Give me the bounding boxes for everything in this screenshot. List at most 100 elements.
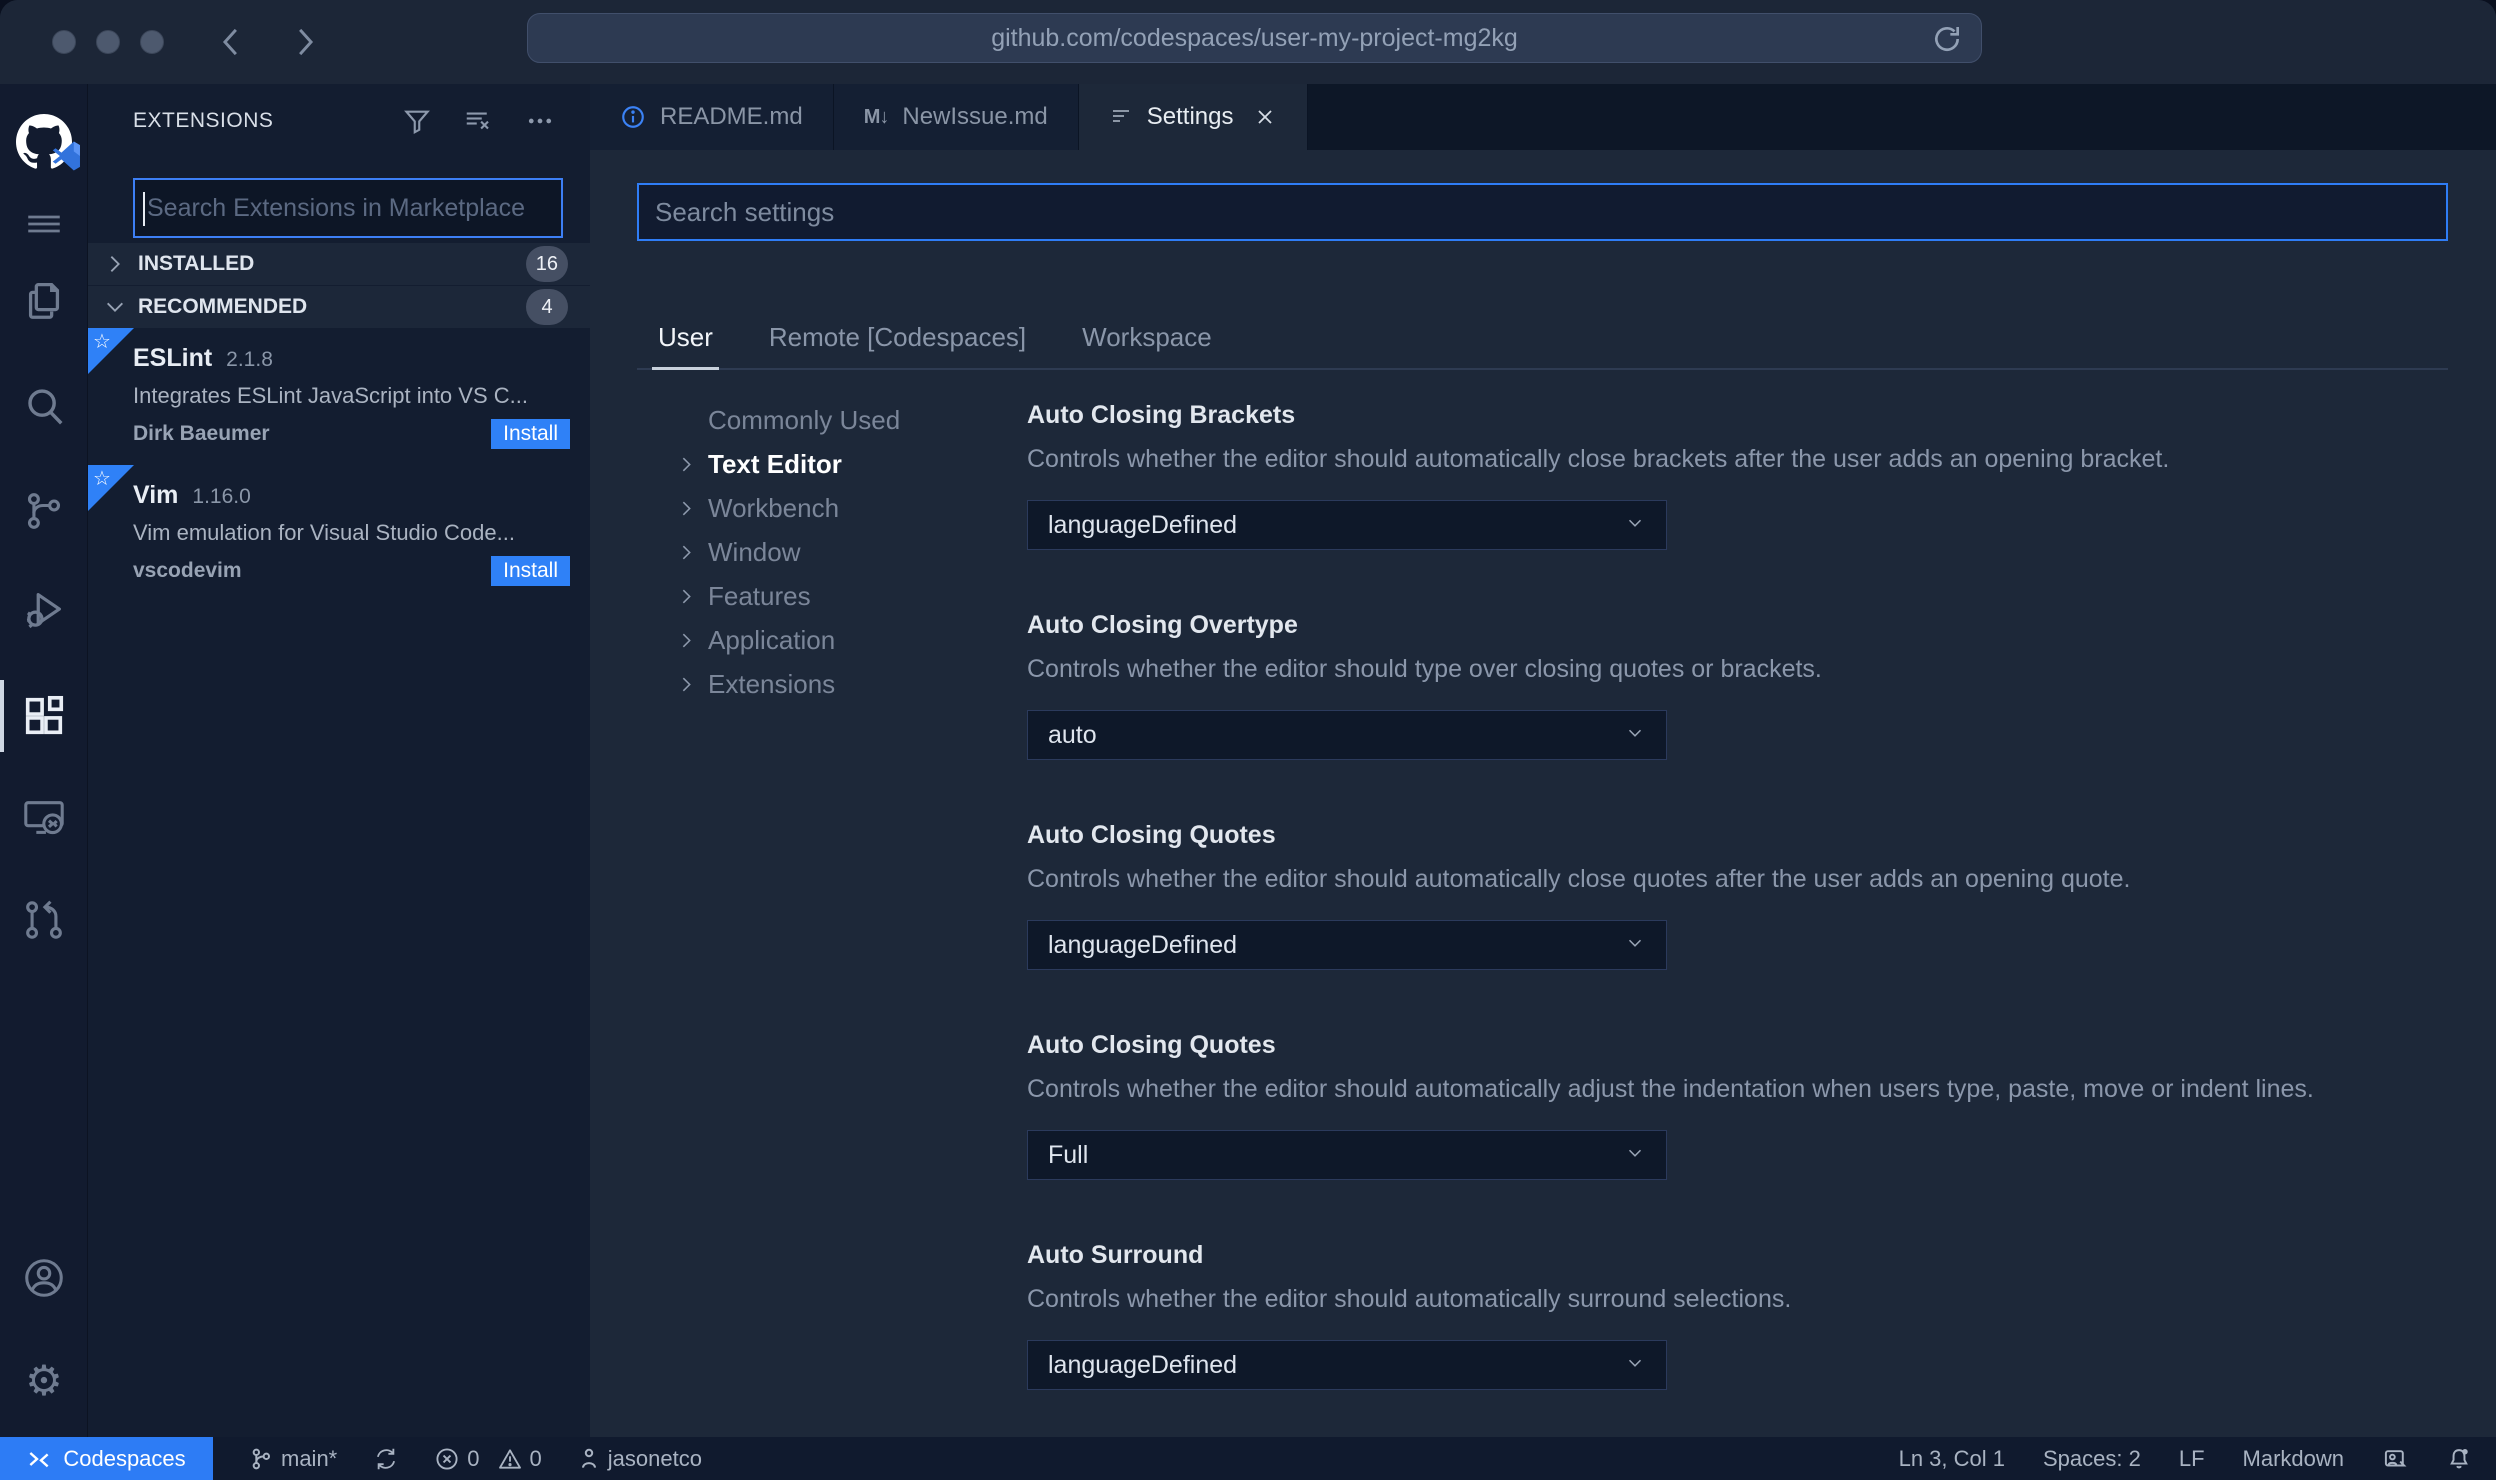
scope-tab-remote[interactable]: Remote [Codespaces] (763, 322, 1032, 368)
github-pull-request-icon[interactable] (0, 876, 88, 964)
indentation[interactable]: Spaces: 2 (2043, 1446, 2141, 1472)
setting-dropdown[interactable]: Full (1027, 1130, 1667, 1180)
tab-label: Settings (1146, 103, 1234, 130)
setting-dropdown[interactable]: auto (1027, 710, 1667, 760)
close-icon[interactable] (1253, 105, 1277, 129)
codespaces-browser-window: github.com/codespaces/user-my-project-mg… (0, 0, 2496, 1480)
installed-count-badge: 16 (525, 246, 568, 282)
section-recommended[interactable]: RECOMMENDED 4 (88, 286, 590, 328)
extension-list-item-vim[interactable]: ☆ Vim 1.16.0 Vim emulation for Visual St… (88, 465, 590, 602)
window-zoom-button[interactable] (140, 30, 164, 54)
settings-search-input[interactable] (639, 195, 2446, 229)
address-bar-url: github.com/codespaces/user-my-project-mg… (991, 23, 1518, 52)
extensions-search-input[interactable] (135, 192, 561, 224)
explorer-icon[interactable] (0, 256, 88, 344)
window-minimize-button[interactable] (96, 30, 120, 54)
extension-version: 1.16.0 (192, 485, 251, 508)
editor-area: README.md M↓ NewIssue.md Settings User R… (590, 84, 2496, 1437)
user-name: jasonetco (607, 1445, 702, 1471)
toc-item-application[interactable]: Application (677, 618, 980, 662)
branch-icon (249, 1447, 273, 1471)
codespaces-remote-indicator[interactable]: Codespaces (0, 1437, 213, 1480)
setting-auto-closing-brackets: Auto Closing Brackets Controls whether t… (1027, 400, 2436, 550)
extensions-icon[interactable] (0, 672, 88, 760)
refresh-icon[interactable] (1931, 23, 1963, 55)
browser-chrome: github.com/codespaces/user-my-project-mg… (0, 0, 2496, 84)
vscode-logo-icon (50, 139, 84, 178)
source-control-icon[interactable] (0, 467, 88, 555)
setting-description: Controls whether the editor should type … (1027, 655, 1822, 683)
toc-item-text-editor[interactable]: Text Editor (677, 442, 980, 486)
chevron-right-icon (677, 631, 708, 650)
error-count: 0 (467, 1445, 480, 1471)
chevron-right-icon (677, 455, 708, 474)
toc-item-extensions[interactable]: Extensions (677, 662, 980, 706)
codespaces-label: Codespaces (63, 1445, 186, 1471)
chevron-down-icon (1624, 932, 1646, 959)
setting-dropdown[interactable]: languageDefined (1027, 920, 1667, 970)
warning-count: 0 (529, 1445, 542, 1471)
tab-readme[interactable]: README.md (590, 84, 834, 150)
browser-back-icon[interactable] (216, 25, 246, 59)
filter-icon[interactable] (402, 106, 432, 136)
branch-name: main* (281, 1445, 338, 1471)
more-actions-icon[interactable] (524, 106, 556, 136)
setting-dropdown[interactable]: languageDefined (1027, 500, 1667, 550)
section-label: INSTALLED (138, 252, 255, 275)
scope-tab-user[interactable]: User (652, 322, 719, 370)
star-icon: ☆ (93, 468, 111, 490)
chevron-down-icon (104, 296, 138, 318)
setting-description: Controls whether the editor should autom… (1027, 445, 2170, 473)
address-bar[interactable]: github.com/codespaces/user-my-project-mg… (527, 13, 1982, 63)
toc-item-workbench[interactable]: Workbench (677, 486, 980, 530)
setting-dropdown[interactable]: languageDefined (1027, 1340, 1667, 1390)
dropdown-value: languageDefined (1048, 1350, 1238, 1379)
chevron-right-icon (677, 675, 708, 694)
sidebar-title: EXTENSIONS (133, 109, 274, 132)
search-icon[interactable] (0, 362, 88, 450)
language-mode[interactable]: Markdown (2243, 1446, 2344, 1472)
sync-status[interactable] (373, 1437, 399, 1480)
person-icon (578, 1447, 600, 1471)
toc-item-commonly-used[interactable]: Commonly Used (677, 398, 980, 442)
run-debug-icon[interactable] (0, 566, 88, 654)
dropdown-value: languageDefined (1048, 510, 1238, 539)
remote-explorer-icon[interactable] (0, 774, 88, 862)
cursor-position[interactable]: Ln 3, Col 1 (1899, 1446, 2005, 1472)
settings-gear-icon[interactable]: ⚙ (0, 1337, 88, 1425)
extensions-sidebar: EXTENSIONS INSTALLED 16 (88, 84, 590, 1437)
branch-status[interactable]: main* (249, 1437, 337, 1480)
chevron-right-icon (104, 253, 138, 275)
notifications-bell-icon[interactable] (2446, 1446, 2472, 1472)
browser-forward-icon[interactable] (290, 25, 320, 59)
toc-item-window[interactable]: Window (677, 530, 980, 574)
eol-indicator[interactable]: LF (2179, 1446, 2205, 1472)
section-installed[interactable]: INSTALLED 16 (88, 243, 590, 285)
toc-item-features[interactable]: Features (677, 574, 980, 618)
chevron-right-icon (677, 587, 708, 606)
user-status[interactable]: jasonetco (578, 1437, 702, 1480)
tab-settings[interactable]: Settings (1078, 84, 1309, 150)
extension-list-item-eslint[interactable]: ☆ ESLint 2.1.8 Integrates ESLint JavaScr… (88, 328, 590, 465)
tab-newissue[interactable]: M↓ NewIssue.md (833, 84, 1079, 150)
markdown-icon: M↓ (863, 105, 890, 128)
extension-name: ESLint (133, 344, 213, 372)
clear-extensions-icon[interactable] (462, 106, 494, 136)
install-button[interactable]: Install (491, 419, 570, 449)
dropdown-value: auto (1048, 720, 1097, 749)
feedback-icon[interactable] (2382, 1446, 2408, 1472)
star-icon: ☆ (93, 331, 111, 353)
account-icon[interactable] (0, 1234, 88, 1322)
problems-status[interactable]: 0 0 (435, 1437, 542, 1480)
scope-tab-workspace[interactable]: Workspace (1076, 322, 1218, 368)
activity-bar: ⚙ (0, 84, 88, 1437)
setting-auto-indent: Auto Closing Quotes Controls whether the… (1027, 1030, 2436, 1180)
install-button[interactable]: Install (491, 556, 570, 586)
menu-icon[interactable] (0, 180, 88, 268)
section-label: RECOMMENDED (138, 295, 308, 318)
text-cursor (143, 192, 145, 226)
chevron-down-icon (1624, 1142, 1646, 1169)
window-close-button[interactable] (52, 30, 76, 54)
settings-list: Auto Closing Brackets Controls whether t… (980, 372, 2496, 1437)
sync-icon (373, 1446, 399, 1472)
